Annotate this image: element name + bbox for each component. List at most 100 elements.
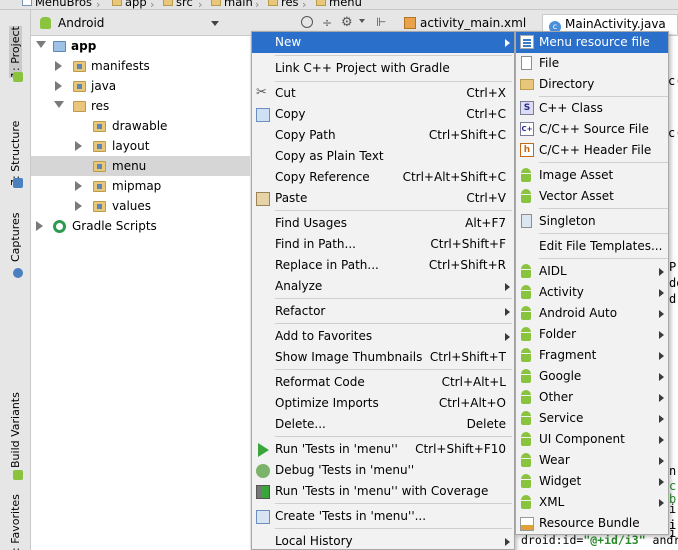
submenu-item-directory[interactable]: Directory <box>516 74 668 95</box>
menu-separator <box>275 55 512 56</box>
menu-item-copy[interactable]: Copy Ctrl+C <box>252 104 514 125</box>
submenu-item-wear[interactable]: Wear <box>516 450 668 471</box>
menu-item-reformat-code[interactable]: Reformat Code Ctrl+Alt+L <box>252 372 514 393</box>
expand-arrow-icon[interactable] <box>75 201 82 211</box>
submenu-item-file[interactable]: File <box>516 53 668 74</box>
submenu-arrow-icon <box>659 289 664 297</box>
submenu-arrow-icon <box>659 415 664 423</box>
menu-item-show-thumbnails[interactable]: Show Image Thumbnails Ctrl+Shift+T <box>252 347 514 368</box>
submenu-item-cpp-source[interactable]: C+ C/C++ Source File <box>516 119 668 140</box>
menu-item-link-cpp-project[interactable]: Link C++ Project with Gradle <box>252 58 514 79</box>
collapse-all-icon[interactable]: ÷ <box>322 16 332 30</box>
tree-item-java[interactable]: java <box>31 76 250 96</box>
hide-icon[interactable]: ⊩ <box>376 15 386 29</box>
cpp-header-icon: h <box>520 143 534 157</box>
expand-arrow-icon[interactable] <box>36 41 46 48</box>
folder-icon <box>93 161 106 172</box>
expand-arrow-icon[interactable] <box>75 141 82 151</box>
submenu-item-vector-asset[interactable]: Vector Asset <box>516 186 668 207</box>
submenu-item-resource-bundle[interactable]: Resource Bundle <box>516 513 668 534</box>
menu-item-paste[interactable]: Paste Ctrl+V <box>252 188 514 209</box>
tab-structure[interactable]: 7: Structure <box>9 121 22 186</box>
tree-item-drawable[interactable]: drawable <box>31 116 250 136</box>
expand-arrow-icon[interactable] <box>55 61 62 71</box>
menu-item-delete[interactable]: Delete... Delete <box>252 414 514 435</box>
submenu-item-widget[interactable]: Widget <box>516 471 668 492</box>
tree-item-res[interactable]: res <box>31 96 250 116</box>
resource-bundle-icon <box>520 517 534 531</box>
tree-item-manifests[interactable]: manifests <box>31 56 250 76</box>
menu-item-create-tests[interactable]: Create 'Tests in 'menu''... <box>252 506 514 527</box>
folder-icon <box>73 61 86 72</box>
menu-item-refactor[interactable]: Refactor <box>252 301 514 322</box>
submenu-item-activity[interactable]: Activity <box>516 282 668 303</box>
module-folder-icon <box>53 41 66 52</box>
tab-build-variants[interactable]: Build Variants <box>9 392 22 468</box>
submenu-arrow-icon <box>505 39 510 47</box>
submenu-item-xml[interactable]: XML <box>516 492 668 513</box>
breadcrumb-item-menu[interactable]: menu <box>316 0 362 9</box>
structure-icon <box>13 178 23 188</box>
menu-item-copy-path[interactable]: Copy Path Ctrl+Shift+C <box>252 125 514 146</box>
breadcrumb-item-project[interactable]: MenuBros <box>22 0 92 9</box>
breadcrumb-item-main[interactable]: main <box>211 0 253 9</box>
submenu-item-menu-resource-file[interactable]: Menu resource file <box>516 32 668 53</box>
tree-item-gradle-scripts[interactable]: Gradle Scripts <box>31 216 250 236</box>
menu-item-analyze[interactable]: Analyze <box>252 276 514 297</box>
run-icon <box>258 443 269 457</box>
tree-item-app[interactable]: app <box>31 36 250 56</box>
breadcrumb-item-res[interactable]: res <box>268 0 299 9</box>
menu-item-debug-tests[interactable]: Debug 'Tests in 'menu'' <box>252 460 514 481</box>
submenu-item-android-auto[interactable]: Android Auto <box>516 303 668 324</box>
expand-arrow-icon[interactable] <box>54 101 64 108</box>
menu-separator <box>539 96 668 97</box>
menu-item-replace-in-path[interactable]: Replace in Path... Ctrl+Shift+R <box>252 255 514 276</box>
submenu-item-edit-templates[interactable]: Edit File Templates... <box>516 236 668 257</box>
tab-captures[interactable]: Captures <box>9 213 22 262</box>
breadcrumb-item-src[interactable]: src <box>163 0 193 9</box>
menu-item-cut[interactable]: ✂ Cut Ctrl+X <box>252 83 514 104</box>
breadcrumb-item-app[interactable]: app <box>112 0 147 9</box>
tree-item-menu[interactable]: menu <box>31 156 250 176</box>
submenu-item-folder[interactable]: Folder <box>516 324 668 345</box>
breadcrumb-separator: › <box>255 0 260 10</box>
menu-item-copy-reference[interactable]: Copy Reference Ctrl+Alt+Shift+C <box>252 167 514 188</box>
menu-item-find-in-path[interactable]: Find in Path... Ctrl+Shift+F <box>252 234 514 255</box>
submenu-item-other[interactable]: Other <box>516 387 668 408</box>
expand-arrow-icon[interactable] <box>75 181 82 191</box>
menu-item-copy-plain-text[interactable]: Copy as Plain Text <box>252 146 514 167</box>
menu-item-add-to-favorites[interactable]: Add to Favorites <box>252 326 514 347</box>
submenu-item-fragment[interactable]: Fragment <box>516 345 668 366</box>
tab-project[interactable]: 1: Project <box>9 26 22 78</box>
submenu-item-aidl[interactable]: AIDL <box>516 261 668 282</box>
submenu-item-cpp-header[interactable]: h C/C++ Header File <box>516 140 668 161</box>
menu-separator <box>539 233 668 234</box>
project-view-select[interactable]: Android <box>40 16 223 32</box>
tab-favorites[interactable]: 2: Favorites <box>9 494 22 550</box>
chevron-down-icon[interactable] <box>359 19 365 23</box>
android-icon <box>40 17 51 29</box>
tree-item-values[interactable]: values <box>31 196 250 216</box>
menu-item-find-usages[interactable]: Find Usages Alt+F7 <box>252 213 514 234</box>
submenu-item-cpp-class[interactable]: S C++ Class <box>516 98 668 119</box>
menu-item-run-with-coverage[interactable]: Run 'Tests in 'menu'' with Coverage <box>252 481 514 502</box>
menu-item-new[interactable]: New <box>252 32 514 53</box>
scroll-from-source-icon[interactable] <box>301 16 313 28</box>
tree-item-layout[interactable]: layout <box>31 136 250 156</box>
android-icon <box>520 474 532 488</box>
submenu-item-service[interactable]: Service <box>516 408 668 429</box>
submenu-item-singleton[interactable]: Singleton <box>516 211 668 232</box>
expand-arrow-icon[interactable] <box>36 221 43 231</box>
menu-item-local-history[interactable]: Local History <box>252 531 514 550</box>
submenu-item-image-asset[interactable]: Image Asset <box>516 165 668 186</box>
menu-item-run-tests[interactable]: Run 'Tests in 'menu'' Ctrl+Shift+F10 <box>252 439 514 460</box>
submenu-item-google[interactable]: Google <box>516 366 668 387</box>
project-tree: app manifests java res drawable layout m… <box>31 36 250 550</box>
tree-item-mipmap[interactable]: mipmap <box>31 176 250 196</box>
submenu-item-ui-component[interactable]: UI Component <box>516 429 668 450</box>
expand-arrow-icon[interactable] <box>55 81 62 91</box>
captures-icon <box>13 268 23 278</box>
gear-icon[interactable]: ⚙ <box>341 15 353 30</box>
android-icon <box>520 495 532 509</box>
menu-item-optimize-imports[interactable]: Optimize Imports Ctrl+Alt+O <box>252 393 514 414</box>
